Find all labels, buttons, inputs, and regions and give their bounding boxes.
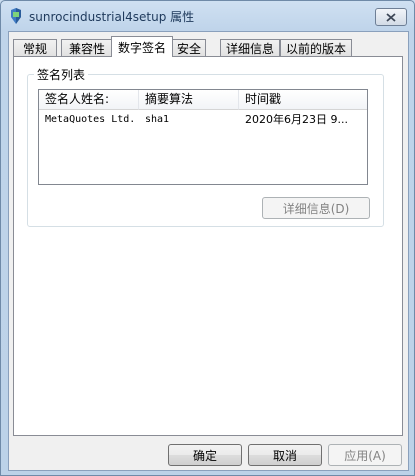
column-digest[interactable]: 摘要算法 <box>139 90 239 110</box>
title-bar[interactable]: sunrocindustrial4setup 属性 <box>1 1 414 31</box>
tab-security[interactable]: 安全 <box>172 39 206 56</box>
digest-algorithm: sha1 <box>145 114 170 125</box>
column-timestamp[interactable]: 时间戳 <box>239 90 367 110</box>
list-item[interactable]: MetaQuotes Ltd. sha1 2020年6月23日 9... <box>39 111 367 129</box>
tab-details[interactable]: 详细信息 <box>220 39 280 56</box>
tab-previous-versions[interactable]: 以前的版本 <box>280 39 352 56</box>
signer-name: MetaQuotes Ltd. <box>45 114 136 125</box>
column-signer[interactable]: 签名人姓名: <box>39 90 139 110</box>
properties-window: sunrocindustrial4setup 属性 常规 兼容性 数字签名 安全… <box>0 0 415 476</box>
cancel-button[interactable]: 取消 <box>248 444 322 466</box>
close-icon <box>386 12 396 22</box>
signature-list[interactable]: 签名人姓名: 摘要算法 时间戳 MetaQuotes Ltd. sha1 202… <box>38 89 368 185</box>
list-header: 签名人姓名: 摘要算法 时间戳 <box>39 90 367 110</box>
tab-panel: 签名列表 签名人姓名: 摘要算法 时间戳 MetaQuotes Ltd. sha… <box>13 56 403 436</box>
group-label: 签名列表 <box>34 66 89 83</box>
timestamp: 2020年6月23日 9... <box>245 113 348 126</box>
window-title: sunrocindustrial4setup 属性 <box>29 10 195 24</box>
tab-compatibility[interactable]: 兼容性 <box>61 39 113 56</box>
close-button[interactable] <box>375 8 407 26</box>
installer-icon <box>11 8 21 24</box>
tab-digital-signatures[interactable]: 数字签名 <box>111 36 173 57</box>
apply-button[interactable]: 应用(A) <box>328 444 402 466</box>
dialog-client: 常规 兼容性 数字签名 安全 详细信息 以前的版本 签名列表 签名人姓名: 摘要… <box>8 31 409 471</box>
tab-general[interactable]: 常规 <box>13 39 57 56</box>
ok-button[interactable]: 确定 <box>168 444 242 466</box>
signature-list-group: 签名列表 签名人姓名: 摘要算法 时间戳 MetaQuotes Ltd. sha… <box>27 66 384 227</box>
details-button[interactable]: 详细信息(D) <box>262 197 370 219</box>
